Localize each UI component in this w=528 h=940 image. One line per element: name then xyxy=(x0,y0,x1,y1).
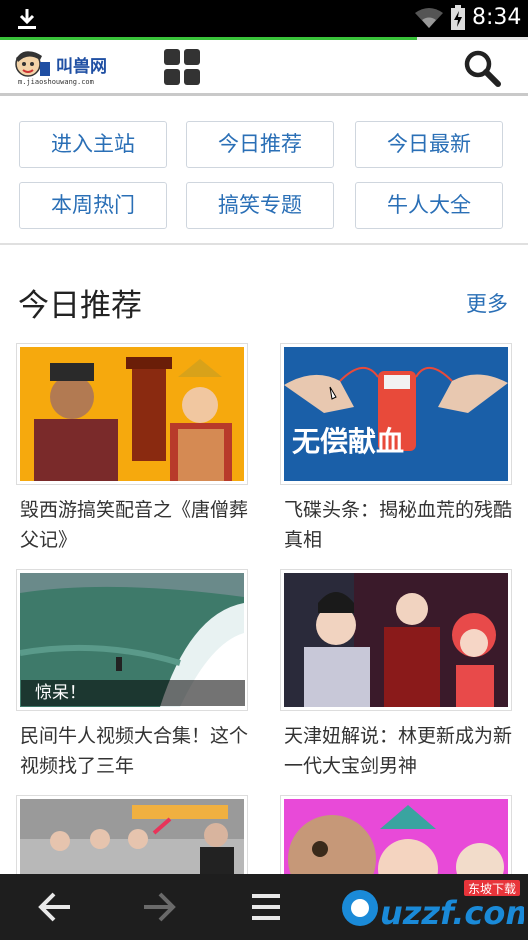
nav-button-today-latest[interactable]: 今日最新 xyxy=(355,121,503,168)
thumbnail-image xyxy=(20,347,244,481)
battery-charging-icon xyxy=(451,5,465,30)
video-thumbnail[interactable] xyxy=(280,569,512,711)
nav-button-today-picks[interactable]: 今日推荐 xyxy=(186,121,334,168)
video-thumbnail[interactable]: 惊呆！ xyxy=(16,569,248,711)
thumbnail-image xyxy=(284,573,508,707)
clock: 8:34 xyxy=(472,5,522,30)
nav-button-main-site[interactable]: 进入主站 xyxy=(19,121,167,168)
menu-icon[interactable] xyxy=(246,888,286,926)
thumbnail-overlay-label: 惊呆！ xyxy=(21,680,245,706)
more-link[interactable]: 更多 xyxy=(466,288,508,318)
section-title: 今日推荐 xyxy=(18,288,142,324)
site-header: 叫兽网 m.jiaoshouwang.com xyxy=(0,40,528,96)
logo-domain: m.jiaoshouwang.com xyxy=(18,78,94,86)
video-caption[interactable]: 毁西游搞笑配音之《唐僧葬父记》 xyxy=(20,495,252,555)
quick-nav: 进入主站 今日推荐 今日最新 本周热门 搞笑专题 牛人大全 xyxy=(0,99,528,245)
nav-button-weekly-hot[interactable]: 本周热门 xyxy=(19,182,167,229)
forward-arrow-icon[interactable] xyxy=(140,888,180,926)
nav-button-talents[interactable]: 牛人大全 xyxy=(355,182,503,229)
site-logo[interactable]: 叫兽网 m.jiaoshouwang.com xyxy=(14,46,118,88)
mascot-logo-icon xyxy=(15,51,50,77)
svg-text:uzzf.com: uzzf.com xyxy=(380,894,524,932)
nav-button-funny-topics[interactable]: 搞笑专题 xyxy=(186,182,334,229)
thumbnail-image: 无偿献血 xyxy=(284,347,508,481)
video-caption[interactable]: 民间牛人视频大合集！这个视频找了三年 xyxy=(20,721,252,781)
download-icon xyxy=(18,9,36,29)
logo-name: 叫兽网 xyxy=(56,57,107,77)
video-caption[interactable]: 飞碟头条：揭秘血荒的残酷真相 xyxy=(284,495,516,555)
video-caption[interactable]: 天津妞解说：林更新成为新一代大宝剑男神 xyxy=(284,721,516,781)
wifi-icon xyxy=(415,8,443,28)
video-thumbnail[interactable]: 无偿献血 xyxy=(280,343,512,485)
category-grid-icon[interactable] xyxy=(162,47,202,87)
video-thumbnail[interactable] xyxy=(16,343,248,485)
status-bar: 8:34 xyxy=(0,0,528,37)
uzzf-watermark-logo: 东坡下载 uzzf.com xyxy=(342,880,524,932)
search-icon[interactable] xyxy=(462,48,502,88)
thumbnail-text: 无偿献血 xyxy=(292,425,404,458)
back-arrow-icon[interactable] xyxy=(34,888,74,926)
